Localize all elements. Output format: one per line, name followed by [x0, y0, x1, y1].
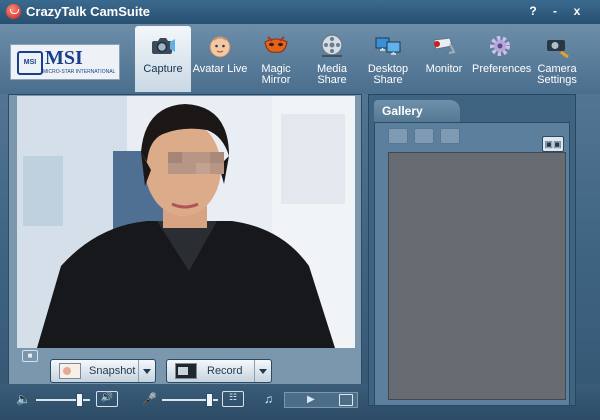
webcam-preview: [17, 96, 355, 348]
tab-magic-mirror[interactable]: Magic Mirror: [248, 26, 304, 92]
gallery-layout-icon[interactable]: ▣▣: [542, 136, 564, 152]
camera-source-icon[interactable]: ■: [22, 350, 38, 362]
gallery-delete-icon[interactable]: [414, 128, 434, 144]
brand-name: MSI: [45, 47, 83, 69]
brand-logo: MSI MSI MICRO-STAR INTERNATIONAL: [10, 44, 120, 80]
snapshot-label: Snapshot: [89, 365, 136, 377]
webcam-image: [17, 96, 355, 348]
gear-icon: [490, 36, 510, 56]
tab-label: Camera Settings: [537, 63, 577, 86]
close-button[interactable]: x: [570, 4, 584, 18]
app-window: CrazyTalk CamSuite ? - x MSI MSI MICRO-S…: [0, 0, 600, 420]
video-record-icon: [175, 363, 197, 379]
monitors-icon: [375, 37, 401, 55]
record-dropdown-icon[interactable]: [254, 360, 271, 382]
tab-preferences[interactable]: Preferences: [472, 26, 532, 92]
snapshot-dropdown-icon[interactable]: [138, 360, 155, 382]
speaker-icon: 🔈: [16, 392, 31, 406]
tab-label: Magic Mirror: [261, 63, 291, 86]
minimize-button[interactable]: -: [548, 4, 562, 18]
gallery-email-icon[interactable]: [440, 128, 460, 144]
media-playback-bar[interactable]: ▶: [284, 392, 358, 408]
play-icon[interactable]: ▶: [307, 394, 315, 405]
help-button[interactable]: ?: [526, 4, 540, 18]
app-logo-icon: [6, 4, 21, 19]
tab-monitor[interactable]: Monitor: [416, 26, 472, 92]
record-label: Record: [207, 365, 243, 377]
tab-media-share[interactable]: Media Share: [304, 26, 360, 92]
brand-subtitle: MICRO-STAR INTERNATIONAL: [43, 69, 116, 75]
tab-label: Preferences: [472, 63, 532, 75]
brand-seal-icon: MSI: [17, 51, 43, 75]
record-control: Record: [166, 357, 272, 383]
gallery-thumbnail-area[interactable]: [388, 152, 566, 400]
tab-camera-settings[interactable]: Camera Settings: [528, 26, 586, 92]
tab-label: Desktop Share: [367, 63, 409, 86]
camera-icon: [152, 38, 175, 54]
snapshot-button[interactable]: Snapshot: [50, 359, 156, 383]
app-title: CrazyTalk CamSuite: [26, 4, 151, 19]
snapshot-icon: [59, 363, 81, 379]
microphone-volume-knob[interactable]: [206, 393, 213, 407]
tab-label: Avatar Live: [192, 63, 248, 75]
folder-icon[interactable]: [339, 394, 353, 406]
speaker-mute-button[interactable]: 🔊: [96, 391, 118, 407]
gallery-view-icon[interactable]: [388, 128, 408, 144]
music-note-icon: ♫: [264, 392, 273, 406]
security-camera-icon: [433, 37, 456, 54]
mask-icon: [264, 36, 288, 53]
camera-wrench-icon: [547, 40, 569, 59]
speaker-volume-knob[interactable]: [76, 393, 83, 407]
tab-desktop-share[interactable]: Desktop Share: [360, 26, 416, 92]
gallery-tab[interactable]: Gallery: [374, 100, 460, 122]
film-reel-icon: [321, 34, 343, 57]
record-button[interactable]: Record: [166, 359, 272, 383]
tab-label: Monitor: [425, 63, 463, 75]
tab-capture[interactable]: Capture: [135, 26, 191, 92]
microphone-icon: 🎤: [142, 392, 157, 406]
tab-avatar-live[interactable]: Avatar Live: [192, 26, 248, 92]
title-bar: CrazyTalk CamSuite ? - x: [0, 0, 600, 24]
microphone-settings-button[interactable]: ☷: [222, 391, 244, 407]
tab-label: Capture: [143, 63, 183, 75]
baby-face-icon: [209, 36, 231, 58]
tab-label: Media Share: [317, 63, 347, 86]
snapshot-control: Snapshot: [50, 357, 156, 383]
gallery-title: Gallery: [382, 104, 423, 118]
